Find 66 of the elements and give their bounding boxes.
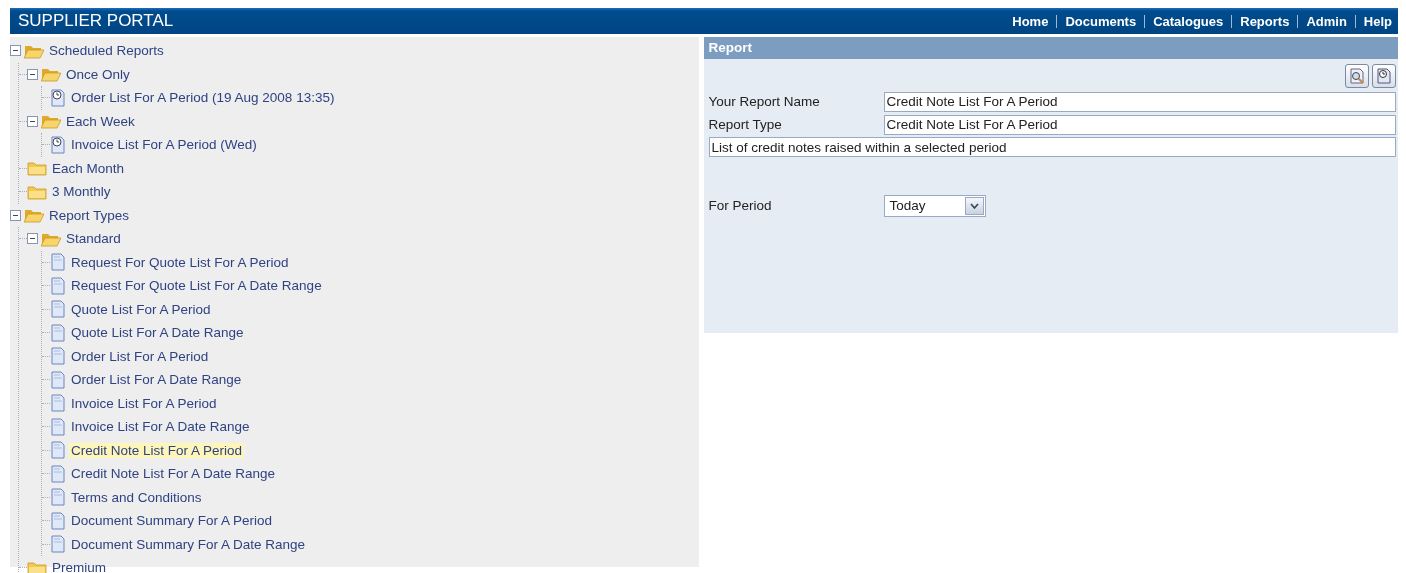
field-label: Report Type xyxy=(708,117,783,132)
report-link[interactable]: Order List For A Period (19 Aug 2008 13:35) xyxy=(69,90,337,106)
report-link[interactable]: Invoice List For A Date Range xyxy=(69,419,252,435)
folder-label[interactable]: Scheduled Reports xyxy=(47,43,166,59)
collapse-icon[interactable] xyxy=(27,233,38,245)
nav-link[interactable]: Documents xyxy=(1056,14,1145,28)
collapse-icon[interactable] xyxy=(27,115,38,127)
report-link[interactable]: Request For Quote List For A Date Range xyxy=(69,278,324,294)
field-label: For Period xyxy=(708,198,773,213)
document-icon xyxy=(50,276,66,295)
report-link[interactable]: Invoice List For A Period xyxy=(69,395,219,411)
report-link[interactable]: Invoice List For A Period (Wed) xyxy=(69,137,259,153)
panel-header: Report xyxy=(703,37,1398,59)
report-link[interactable]: Credit Note List For A Date Range xyxy=(69,466,278,482)
magnifier-document-icon xyxy=(1349,68,1365,84)
report-link[interactable]: Order List For A Period xyxy=(69,348,211,364)
document-icon xyxy=(50,441,66,460)
folder-label[interactable]: 3 Monthly xyxy=(50,184,113,200)
report-link[interactable]: Order List For A Date Range xyxy=(69,372,244,388)
report-link[interactable]: Credit Note List For A Period xyxy=(69,442,245,458)
scheduled-document-icon xyxy=(50,88,66,107)
field-label: Your Report Name xyxy=(708,94,821,109)
folder-label[interactable]: Each Week xyxy=(64,113,137,129)
scheduled-document-icon xyxy=(50,135,66,154)
folder-label[interactable]: Each Month xyxy=(50,160,127,176)
document-icon xyxy=(50,370,66,389)
report-link[interactable]: Quote List For A Date Range xyxy=(69,325,246,341)
document-icon xyxy=(50,394,66,413)
folder-label[interactable]: Standard xyxy=(64,231,123,247)
nav-link[interactable]: Admin xyxy=(1297,14,1355,28)
collapse-icon[interactable] xyxy=(27,68,38,80)
document-icon xyxy=(50,300,66,319)
folder-open-icon xyxy=(24,207,44,224)
nav-link[interactable]: Reports xyxy=(1231,14,1298,28)
portal-title: SUPPLIER PORTAL xyxy=(18,11,174,31)
schedule-button[interactable] xyxy=(1372,64,1396,88)
document-icon xyxy=(50,488,66,507)
document-icon xyxy=(50,347,66,366)
folder-label[interactable]: Once Only xyxy=(64,66,132,82)
input-field[interactable]: Credit Note List For A Period xyxy=(883,114,1396,135)
chevron-down-icon xyxy=(969,202,979,209)
nav-link[interactable]: Help xyxy=(1354,14,1392,28)
input-field[interactable]: Credit Note List For A Period xyxy=(883,91,1396,112)
collapse-icon[interactable] xyxy=(10,209,21,221)
report-link[interactable]: Terms and Conditions xyxy=(69,489,204,505)
period-dropdown[interactable]: Today xyxy=(883,194,986,217)
report-link[interactable]: Document Summary For A Date Range xyxy=(69,536,308,552)
description-field[interactable]: List of credit notes raised within a selected period xyxy=(708,137,1396,157)
report-link[interactable]: Document Summary For A Period xyxy=(69,513,275,529)
folder-open-icon xyxy=(41,113,61,130)
document-icon xyxy=(50,535,66,554)
folder-label[interactable]: Report Types xyxy=(47,207,132,223)
nav-link[interactable]: Home xyxy=(1004,14,1057,28)
document-icon xyxy=(50,323,66,342)
clock-document-icon xyxy=(1376,68,1392,84)
document-icon xyxy=(50,511,66,530)
document-icon xyxy=(50,253,66,272)
preview-button[interactable] xyxy=(1345,64,1369,88)
report-link[interactable]: Quote List For A Period xyxy=(69,301,213,317)
nav-link[interactable]: Catalogues xyxy=(1144,14,1232,28)
report-link[interactable]: Request For Quote List For A Period xyxy=(69,254,291,270)
collapse-icon[interactable] xyxy=(10,45,21,57)
folder-label[interactable]: Premium xyxy=(50,560,108,573)
document-icon xyxy=(50,417,66,436)
document-icon xyxy=(50,464,66,483)
folder-open-icon xyxy=(41,66,61,83)
